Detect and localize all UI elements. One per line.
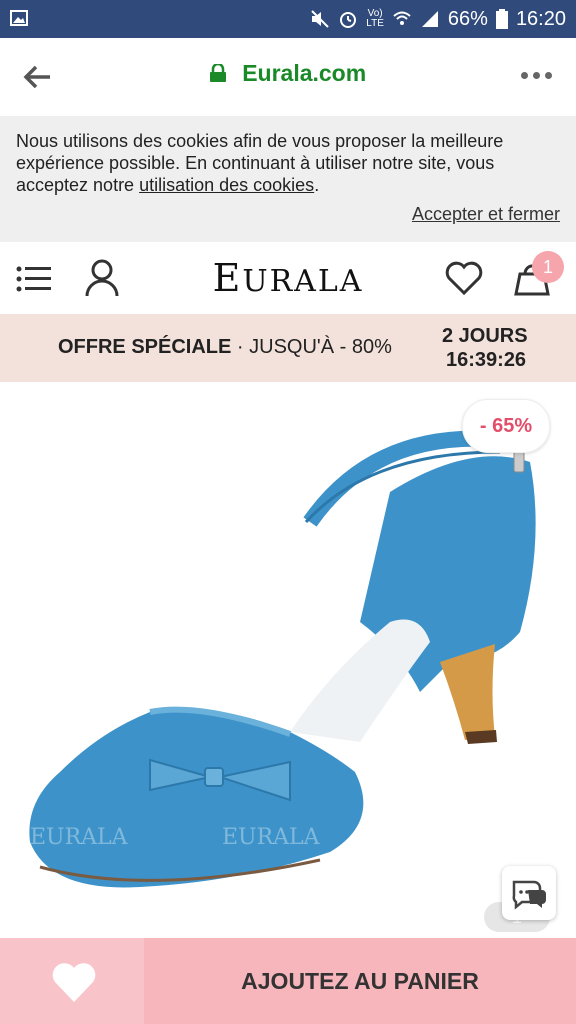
heart-icon (52, 963, 96, 1002)
promo-banner[interactable]: OFFRE SPÉCIALE · JUSQU'À - 80% 2 JOURS 1… (0, 314, 576, 382)
product-watermark-left: EURALA (30, 825, 129, 850)
cart-count-badge: 1 (532, 251, 564, 283)
product-watermark-right: EURALA (222, 825, 321, 850)
lock-icon (209, 64, 226, 82)
shoe-illustration: EURALA EURALA (29, 430, 536, 888)
add-to-cart-button[interactable]: AJOUTEZ AU PANIER (144, 938, 576, 1024)
cookie-message: Nous utilisons des cookies afin de vous … (16, 131, 504, 195)
wifi-icon (393, 11, 411, 25)
image-icon (10, 10, 28, 26)
signal-icon (421, 11, 438, 27)
more-icon[interactable] (521, 72, 552, 79)
promo-offer: OFFRE SPÉCIALE · JUSQU'À - 80% (58, 336, 392, 358)
discount-badge: - 65% (462, 399, 550, 453)
mute-icon (311, 10, 330, 28)
alarm-icon (340, 12, 357, 28)
site-header: EURALA 1 (0, 242, 576, 314)
chat-button[interactable] (502, 866, 556, 920)
lte-label: LTE (366, 18, 384, 29)
accept-cookies-link[interactable]: Accepter et fermer (412, 204, 560, 225)
favorite-button[interactable] (0, 938, 144, 1024)
url-field[interactable]: Eurala.com (0, 60, 576, 87)
chat-icon (512, 880, 546, 910)
cookie-banner: Nous utilisons des cookies afin de vous … (0, 116, 576, 242)
promo-countdown: 2 JOURS 16:39:26 (442, 325, 528, 371)
bottom-bar: AJOUTEZ AU PANIER (0, 938, 576, 1024)
address-bar: Eurala.com (0, 38, 576, 117)
url-text: Eurala.com (242, 60, 367, 86)
status-bar: Vo) LTE 66% 16:20 (0, 0, 576, 38)
product-image[interactable]: EURALA EURALA (0, 382, 576, 938)
cookie-policy-link[interactable]: utilisation des cookies (139, 175, 314, 195)
battery-icon (495, 9, 508, 29)
battery-percent: 66% (447, 7, 488, 30)
site-logo[interactable]: EURALA (0, 256, 576, 300)
heart-icon[interactable] (444, 260, 484, 296)
clock: 16:20 (515, 7, 566, 30)
